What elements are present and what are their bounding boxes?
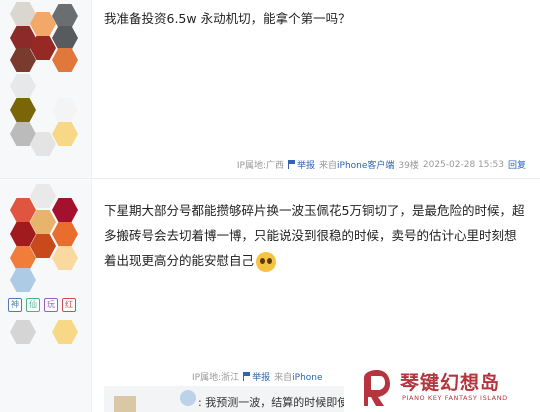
source-label: 来自iPhone (274, 373, 323, 383)
report-label: 举报 (297, 161, 316, 171)
report-label: 举报 (252, 373, 271, 383)
site-watermark: 琴键幻想岛 PIANO KEY FANTASY ISLAND (356, 364, 540, 412)
member-badges: 神 仙 玩 红 (8, 298, 76, 312)
report-button[interactable]: 举报 (243, 370, 270, 383)
post-floor-39: 我准备投资6.5w 永动机切，能拿个第一吗？ IP属地:广西 举报 来自iPho… (0, 0, 540, 179)
user-medal-strip (4, 72, 84, 156)
watermark-title: 琴键幻想岛 (400, 372, 501, 394)
post-meta: IP属地:广西 举报 来自iPhone客户端 39楼 2025-02-28 15… (236, 158, 526, 172)
ip-location: IP属地:浙江 (192, 373, 240, 383)
reply-link[interactable]: 回复 (508, 158, 526, 171)
reply-avatar[interactable] (180, 390, 196, 406)
post-timestamp: 2025-02-28 15:53 (422, 159, 504, 170)
source-label: 来自iPhone客户端 (319, 161, 395, 171)
watermark-subtitle: PIANO KEY FANTASY ISLAND (402, 394, 508, 402)
avatar-badge-hex (10, 268, 36, 292)
piano-key-logo-icon (364, 370, 390, 406)
user-medal-strip (4, 320, 84, 350)
post-meta: IP属地:浙江 举报 来自iPhone (192, 370, 323, 383)
reply-preview-text: : 我预测一波，结算的时候即使3 (198, 396, 344, 409)
user-avatar[interactable] (4, 2, 84, 72)
user-avatar-column (0, 0, 92, 178)
post-content: 我准备投资6.5w 永动机切，能拿个第一吗？ (104, 11, 351, 26)
user-avatar[interactable] (4, 184, 84, 270)
badge-hong: 红 (62, 298, 76, 312)
emoji-icon (256, 251, 277, 272)
client-link[interactable]: iPhone客户端 (337, 161, 394, 171)
badge-wan: 玩 (44, 298, 58, 312)
flag-icon (243, 372, 251, 381)
badge-shen: 神 (8, 298, 22, 312)
floor-number: 39楼 (398, 161, 419, 171)
report-button[interactable]: 举报 (288, 158, 315, 171)
client-link[interactable]: iPhone (292, 373, 322, 383)
reply-thumbnail (114, 396, 136, 412)
post-content: 下星期大部分号都能攒够碎片换一波玉佩花5万铜切了，是最危险的时候，超多搬砖号会去… (104, 198, 526, 273)
ip-location: IP属地:广西 (236, 161, 284, 171)
user-avatar-column: 神 仙 玩 红 (0, 180, 92, 412)
flag-icon (288, 160, 296, 169)
lzl-reply-box[interactable]: : 我预测一波，结算的时候即使3 (104, 386, 344, 412)
badge-xian: 仙 (26, 298, 40, 312)
